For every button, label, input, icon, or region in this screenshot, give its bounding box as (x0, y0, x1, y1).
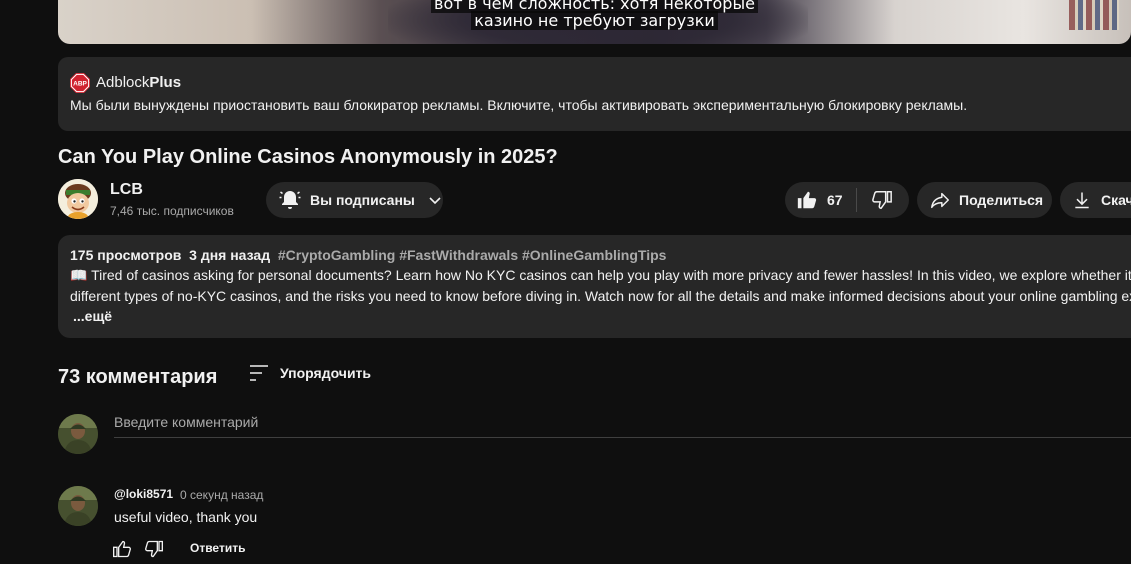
adblock-plus-logo-icon: ABP (70, 73, 90, 93)
channel-avatar[interactable] (58, 179, 98, 219)
svg-text:ABP: ABP (73, 81, 87, 88)
chevron-down-icon (429, 197, 441, 205)
download-label: Скачать (1101, 192, 1131, 208)
comment-input-underline (114, 437, 1131, 438)
description-line-2: different types of no-KYC casinos, and t… (70, 288, 1131, 304)
share-arrow-icon (931, 192, 949, 209)
video-subtitle-line-2: казино не требуют загрузки (58, 11, 1131, 30)
adblock-banner: ABP AdblockPlus Мы были вынуждены приост… (58, 57, 1131, 131)
thumbs-down-icon (872, 191, 892, 209)
sort-comments-button[interactable]: Упорядочить (248, 363, 371, 383)
sort-lines-icon (250, 365, 268, 381)
share-label: Поделиться (959, 192, 1044, 208)
comment-dislike-icon[interactable] (144, 539, 164, 559)
show-more-link[interactable]: ...ещё (73, 308, 112, 324)
hashtags[interactable]: #CryptoGambling #FastWithdrawals #Online… (278, 247, 667, 263)
comments-count: 73 комментария (58, 366, 218, 388)
bell-icon (279, 191, 301, 209)
channel-subscriber-count: 7,46 тыс. подписчиков (110, 204, 234, 218)
comment-author-avatar[interactable] (58, 486, 98, 526)
subscribed-label: Вы подписаны (310, 192, 415, 208)
like-button[interactable]: 67 (785, 189, 856, 211)
comment-text: useful video, thank you (114, 509, 258, 525)
adblock-message: Мы были вынуждены приостановить ваш блок… (70, 97, 968, 113)
comment-input[interactable]: Введите комментарий (114, 414, 258, 430)
comment-like-icon[interactable] (112, 539, 132, 559)
comment-author[interactable]: @loki8571 (114, 487, 173, 501)
sort-label: Упорядочить (280, 365, 372, 381)
description-meta: 175 просмотров 3 дня назад #CryptoGambli… (70, 247, 666, 263)
description-line-1: 📖 Tired of casinos asking for personal d… (70, 267, 1131, 283)
reply-button[interactable]: Ответить (190, 541, 245, 555)
view-count: 175 просмотров (70, 247, 182, 263)
description-box[interactable]: 175 просмотров 3 дня назад #CryptoGambli… (58, 235, 1131, 338)
channel-name[interactable]: LCB (110, 181, 143, 199)
share-button[interactable]: Поделиться (917, 182, 1052, 218)
like-dislike-group: 67 (785, 182, 909, 218)
dislike-button[interactable] (857, 189, 893, 211)
like-count: 67 (827, 192, 843, 208)
video-player[interactable]: вот в чем сложность: хотя некоторые кази… (58, 0, 1131, 44)
current-user-avatar (58, 414, 98, 454)
adblock-brand-name: AdblockPlus (96, 74, 182, 91)
subscribed-button[interactable]: Вы подписаны (266, 182, 443, 218)
download-button[interactable]: Скачать (1060, 182, 1131, 218)
upload-date: 3 дня назад (189, 247, 271, 263)
download-icon (1075, 192, 1089, 209)
thumbs-up-icon (797, 191, 817, 209)
video-title: Can You Play Online Casinos Anonymously … (58, 146, 558, 168)
comment-time[interactable]: 0 секунд назад (180, 488, 263, 502)
